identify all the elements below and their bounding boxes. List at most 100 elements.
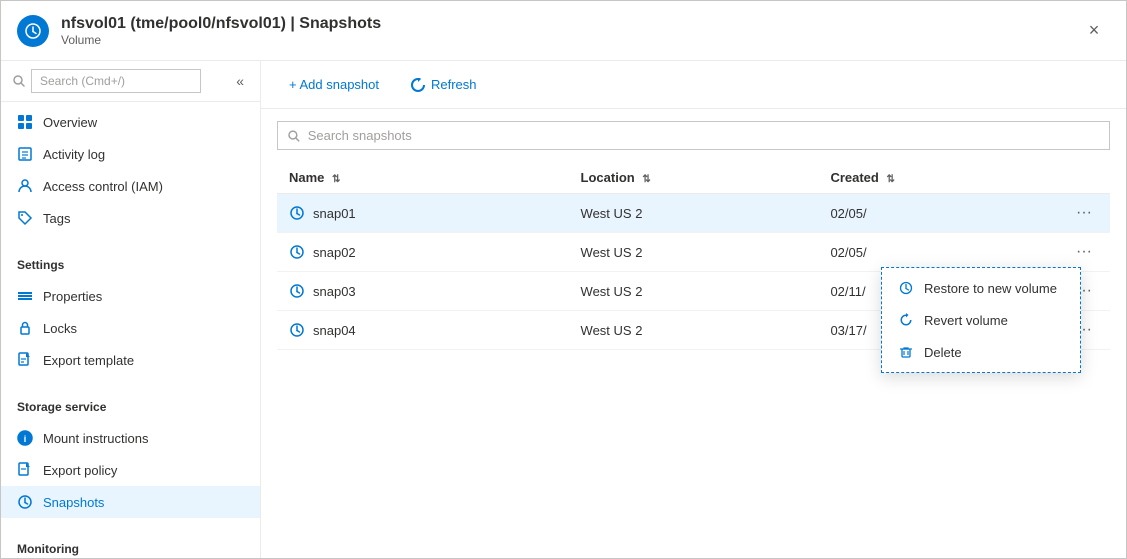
context-menu: Restore to new volume Revert volume Dele… [881,267,1081,373]
sidebar-item-overview-label: Overview [43,115,97,130]
locks-icon [17,320,33,336]
title-bar: nfsvol01 (tme/pool0/nfsvol01) | Snapshot… [1,1,1126,61]
row-snapshot-icon [289,244,305,260]
sidebar-item-snapshots[interactable]: Snapshots [1,486,260,518]
restore-icon [898,280,914,296]
cell-actions-snap01: ··· [1027,194,1110,233]
cell-actions-snap02: ··· [1027,233,1110,272]
row-snapshot-icon [289,205,305,221]
sidebar-item-export-policy-label: Export policy [43,463,117,478]
context-menu-delete[interactable]: Delete [882,336,1080,368]
title-icon [17,15,49,47]
row-created: 02/11/ [830,284,865,299]
col-name-label: Name [289,170,324,185]
add-snapshot-button[interactable]: + Add snapshot [277,71,391,98]
sidebar-item-properties[interactable]: Properties [1,280,260,312]
context-menu-revert-label: Revert volume [924,313,1008,328]
cell-location-snap01: West US 2 [569,194,819,233]
context-menu-restore[interactable]: Restore to new volume [882,272,1080,304]
context-menu-revert[interactable]: Revert volume [882,304,1080,336]
col-location-label: Location [581,170,635,185]
content-area: + Add snapshot Refresh Name [261,61,1126,558]
col-created-sort-icon: ⇅ [886,174,894,185]
export-policy-icon [17,462,33,478]
sidebar-item-properties-label: Properties [43,289,102,304]
activity-log-icon [17,146,33,162]
col-header-name[interactable]: Name ⇅ [277,162,569,194]
row-created: 02/05/ [830,245,866,260]
properties-icon [17,288,33,304]
page-subtitle: Volume [61,33,1066,47]
cell-name-snap04: snap04 [277,311,569,350]
cell-created-snap02: 02/05/ [818,233,1026,272]
row-created: 02/05/ [830,206,866,221]
cell-name-snap02: snap02 [277,233,569,272]
mount-instructions-icon: i [17,430,33,446]
row-more-button[interactable]: ··· [1070,202,1098,224]
cell-created-snap01: 02/05/ [818,194,1026,233]
sidebar-item-tags[interactable]: Tags [1,202,260,234]
main-window: nfsvol01 (tme/pool0/nfsvol01) | Snapshot… [0,0,1127,559]
cell-location-snap04: West US 2 [569,311,819,350]
table-row[interactable]: snap02 West US 2 02/05/ ··· [277,233,1110,272]
sidebar-item-tags-label: Tags [43,211,70,226]
row-created: 03/17/ [830,323,866,338]
settings-section-header: Settings [1,246,260,276]
main-content: « Overview Activity log [1,61,1126,558]
table-header-row: Name ⇅ Location ⇅ Created ⇅ [277,162,1110,194]
nav-section-storage: i Mount instructions Export policy Snaps… [1,418,260,522]
row-name: snap01 [313,206,356,221]
close-button[interactable]: × [1078,15,1110,47]
context-menu-restore-label: Restore to new volume [924,281,1057,296]
row-name: snap03 [313,284,356,299]
sidebar-item-export-template-label: Export template [43,353,134,368]
sidebar-item-locks[interactable]: Locks [1,312,260,344]
refresh-button[interactable]: Refresh [399,71,489,98]
nav-section-settings: Properties Locks Export template [1,276,260,380]
cell-location-snap03: West US 2 [569,272,819,311]
revert-icon [898,312,914,328]
storage-section-header: Storage service [1,388,260,418]
sidebar-item-access-control[interactable]: Access control (IAM) [1,170,260,202]
row-location: West US 2 [581,284,643,299]
nav-section-main: Overview Activity log Access control (IA… [1,102,260,238]
sidebar-item-activity-log[interactable]: Activity log [1,138,260,170]
sidebar-item-overview[interactable]: Overview [1,106,260,138]
search-snapshots-box [277,121,1110,150]
table-container: Name ⇅ Location ⇅ Created ⇅ [261,109,1126,558]
sidebar-item-mount-instructions-label: Mount instructions [43,431,149,446]
table-search-icon [288,130,300,142]
row-location: West US 2 [581,245,643,260]
row-more-button[interactable]: ··· [1070,241,1098,263]
delete-icon [898,344,914,360]
sidebar-item-locks-label: Locks [43,321,77,336]
refresh-icon [411,78,425,92]
search-snapshots-input[interactable] [308,128,1099,143]
col-created-label: Created [830,170,878,185]
refresh-label: Refresh [431,77,477,92]
col-header-actions [1027,162,1110,194]
monitoring-section-header: Monitoring [1,530,260,558]
col-header-created[interactable]: Created ⇅ [818,162,1026,194]
sidebar-item-export-policy[interactable]: Export policy [1,454,260,486]
sidebar-search-input[interactable] [31,69,201,93]
sidebar-search-box: « [1,61,260,102]
cell-location-snap02: West US 2 [569,233,819,272]
access-control-icon [17,178,33,194]
col-header-location[interactable]: Location ⇅ [569,162,819,194]
search-icon [13,75,25,87]
sidebar-item-access-control-label: Access control (IAM) [43,179,163,194]
col-name-sort-icon: ⇅ [332,174,340,185]
row-name: snap04 [313,323,356,338]
collapse-button[interactable]: « [232,69,248,93]
sidebar-item-export-template[interactable]: Export template [1,344,260,376]
cell-name-snap01: snap01 [277,194,569,233]
svg-text:i: i [24,434,27,444]
sidebar-item-mount-instructions[interactable]: i Mount instructions [1,422,260,454]
page-title: nfsvol01 (tme/pool0/nfsvol01) | Snapshot… [61,15,1066,33]
tags-icon [17,210,33,226]
table-row[interactable]: snap01 West US 2 02/05/ ··· [277,194,1110,233]
sidebar: « Overview Activity log [1,61,261,558]
snapshots-icon [17,494,33,510]
row-location: West US 2 [581,323,643,338]
